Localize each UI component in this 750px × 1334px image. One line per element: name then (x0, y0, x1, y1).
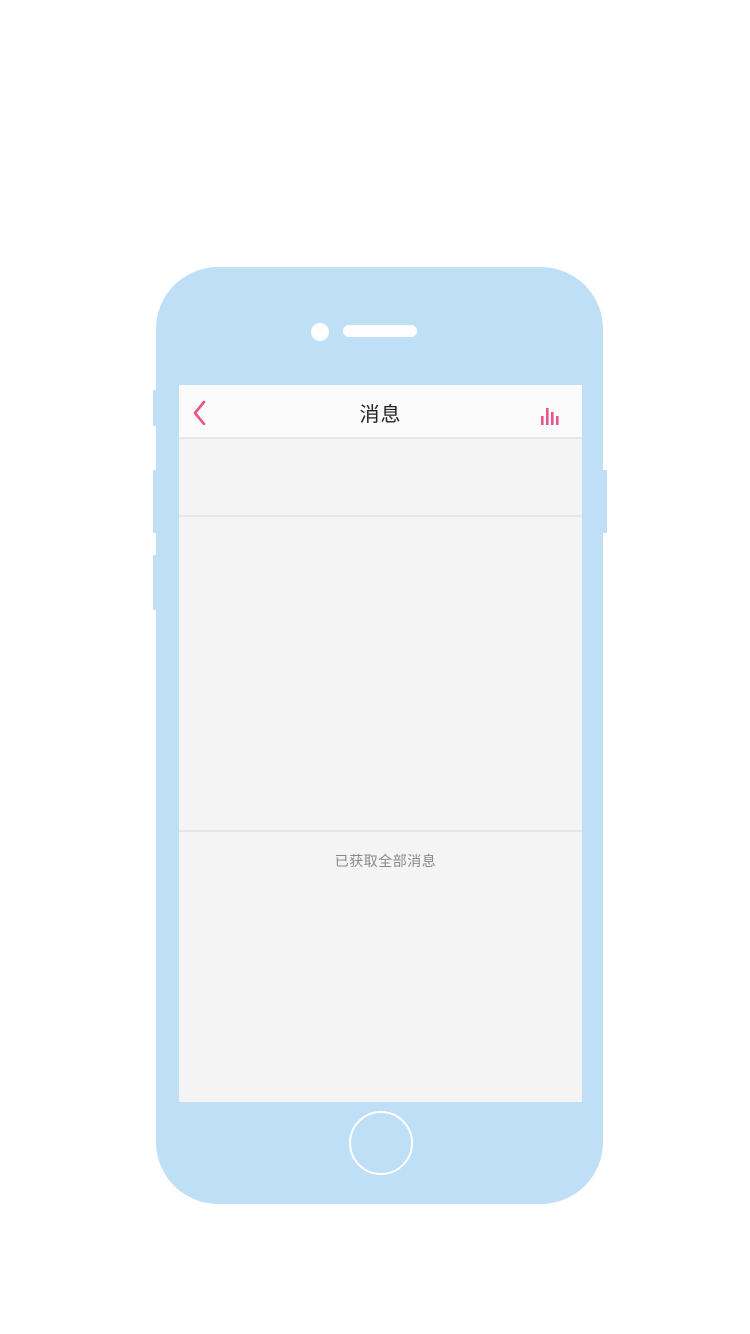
earpiece-speaker (343, 325, 417, 337)
back-button[interactable] (189, 399, 213, 426)
phone-screen: 消息 已获取全部消息 (179, 385, 582, 1102)
stats-button[interactable] (540, 406, 564, 426)
section-divider (179, 515, 582, 517)
chevron-left-icon (193, 400, 206, 426)
page: 消息 已获取全部消息 (0, 0, 750, 1334)
bar-chart-icon (541, 408, 559, 425)
front-camera (311, 323, 329, 341)
page-title: 消息 (359, 402, 402, 426)
nav-bar: 消息 (179, 385, 582, 439)
home-button[interactable] (349, 1111, 413, 1175)
section-divider (179, 830, 582, 832)
all-loaded-label: 已获取全部消息 (334, 854, 437, 870)
